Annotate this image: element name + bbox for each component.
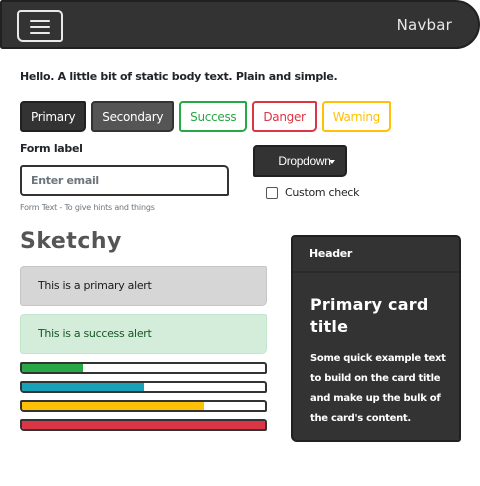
dropdown-button[interactable]: Dropdown [253, 145, 347, 177]
secondary-button[interactable]: Secondary [91, 101, 175, 132]
progress-bar-success [20, 362, 267, 374]
email-input[interactable] [20, 165, 229, 196]
custom-check-label: Custom check [285, 186, 360, 199]
hamburger-menu-icon[interactable] [17, 10, 63, 42]
page-heading: Sketchy [20, 229, 122, 254]
toggler-bar [30, 26, 50, 28]
progress-fill [22, 383, 144, 391]
success-alert: This is a success alert [20, 314, 267, 354]
primary-alert: This is a primary alert [20, 266, 267, 306]
card-title: Primary card title [310, 295, 429, 336]
progress-bar-warning [20, 400, 267, 412]
checkbox[interactable] [266, 186, 278, 199]
button-row: Primary Secondary Success Danger Warning [20, 101, 391, 132]
progress-fill [22, 402, 205, 410]
progress-fill [22, 364, 83, 372]
caret-down-icon [329, 160, 335, 164]
body-text: Hello. A little bit of static body text.… [20, 70, 338, 83]
danger-button[interactable]: Danger [252, 101, 317, 132]
card-header: Header [293, 237, 459, 273]
toggler-bar [30, 20, 50, 22]
primary-card: Header Primary card title Some quick exa… [291, 235, 461, 442]
card-text: Some quick example text to build on the … [310, 353, 446, 424]
toggler-bar [30, 32, 50, 34]
form-help-text: Form Text - To give hints and things [20, 203, 155, 212]
custom-check[interactable]: Custom check [266, 186, 360, 199]
dropdown-label: Dropdown [278, 154, 331, 168]
progress-bar-info [20, 381, 267, 393]
progress-bar-danger [20, 419, 267, 431]
navbar: Navbar [0, 0, 480, 49]
navbar-brand[interactable]: Navbar [397, 16, 452, 34]
primary-button[interactable]: Primary [20, 101, 87, 132]
success-button[interactable]: Success [179, 101, 248, 132]
form-label: Form label [20, 142, 83, 155]
warning-button[interactable]: Warning [321, 101, 391, 132]
progress-fill [22, 421, 265, 429]
